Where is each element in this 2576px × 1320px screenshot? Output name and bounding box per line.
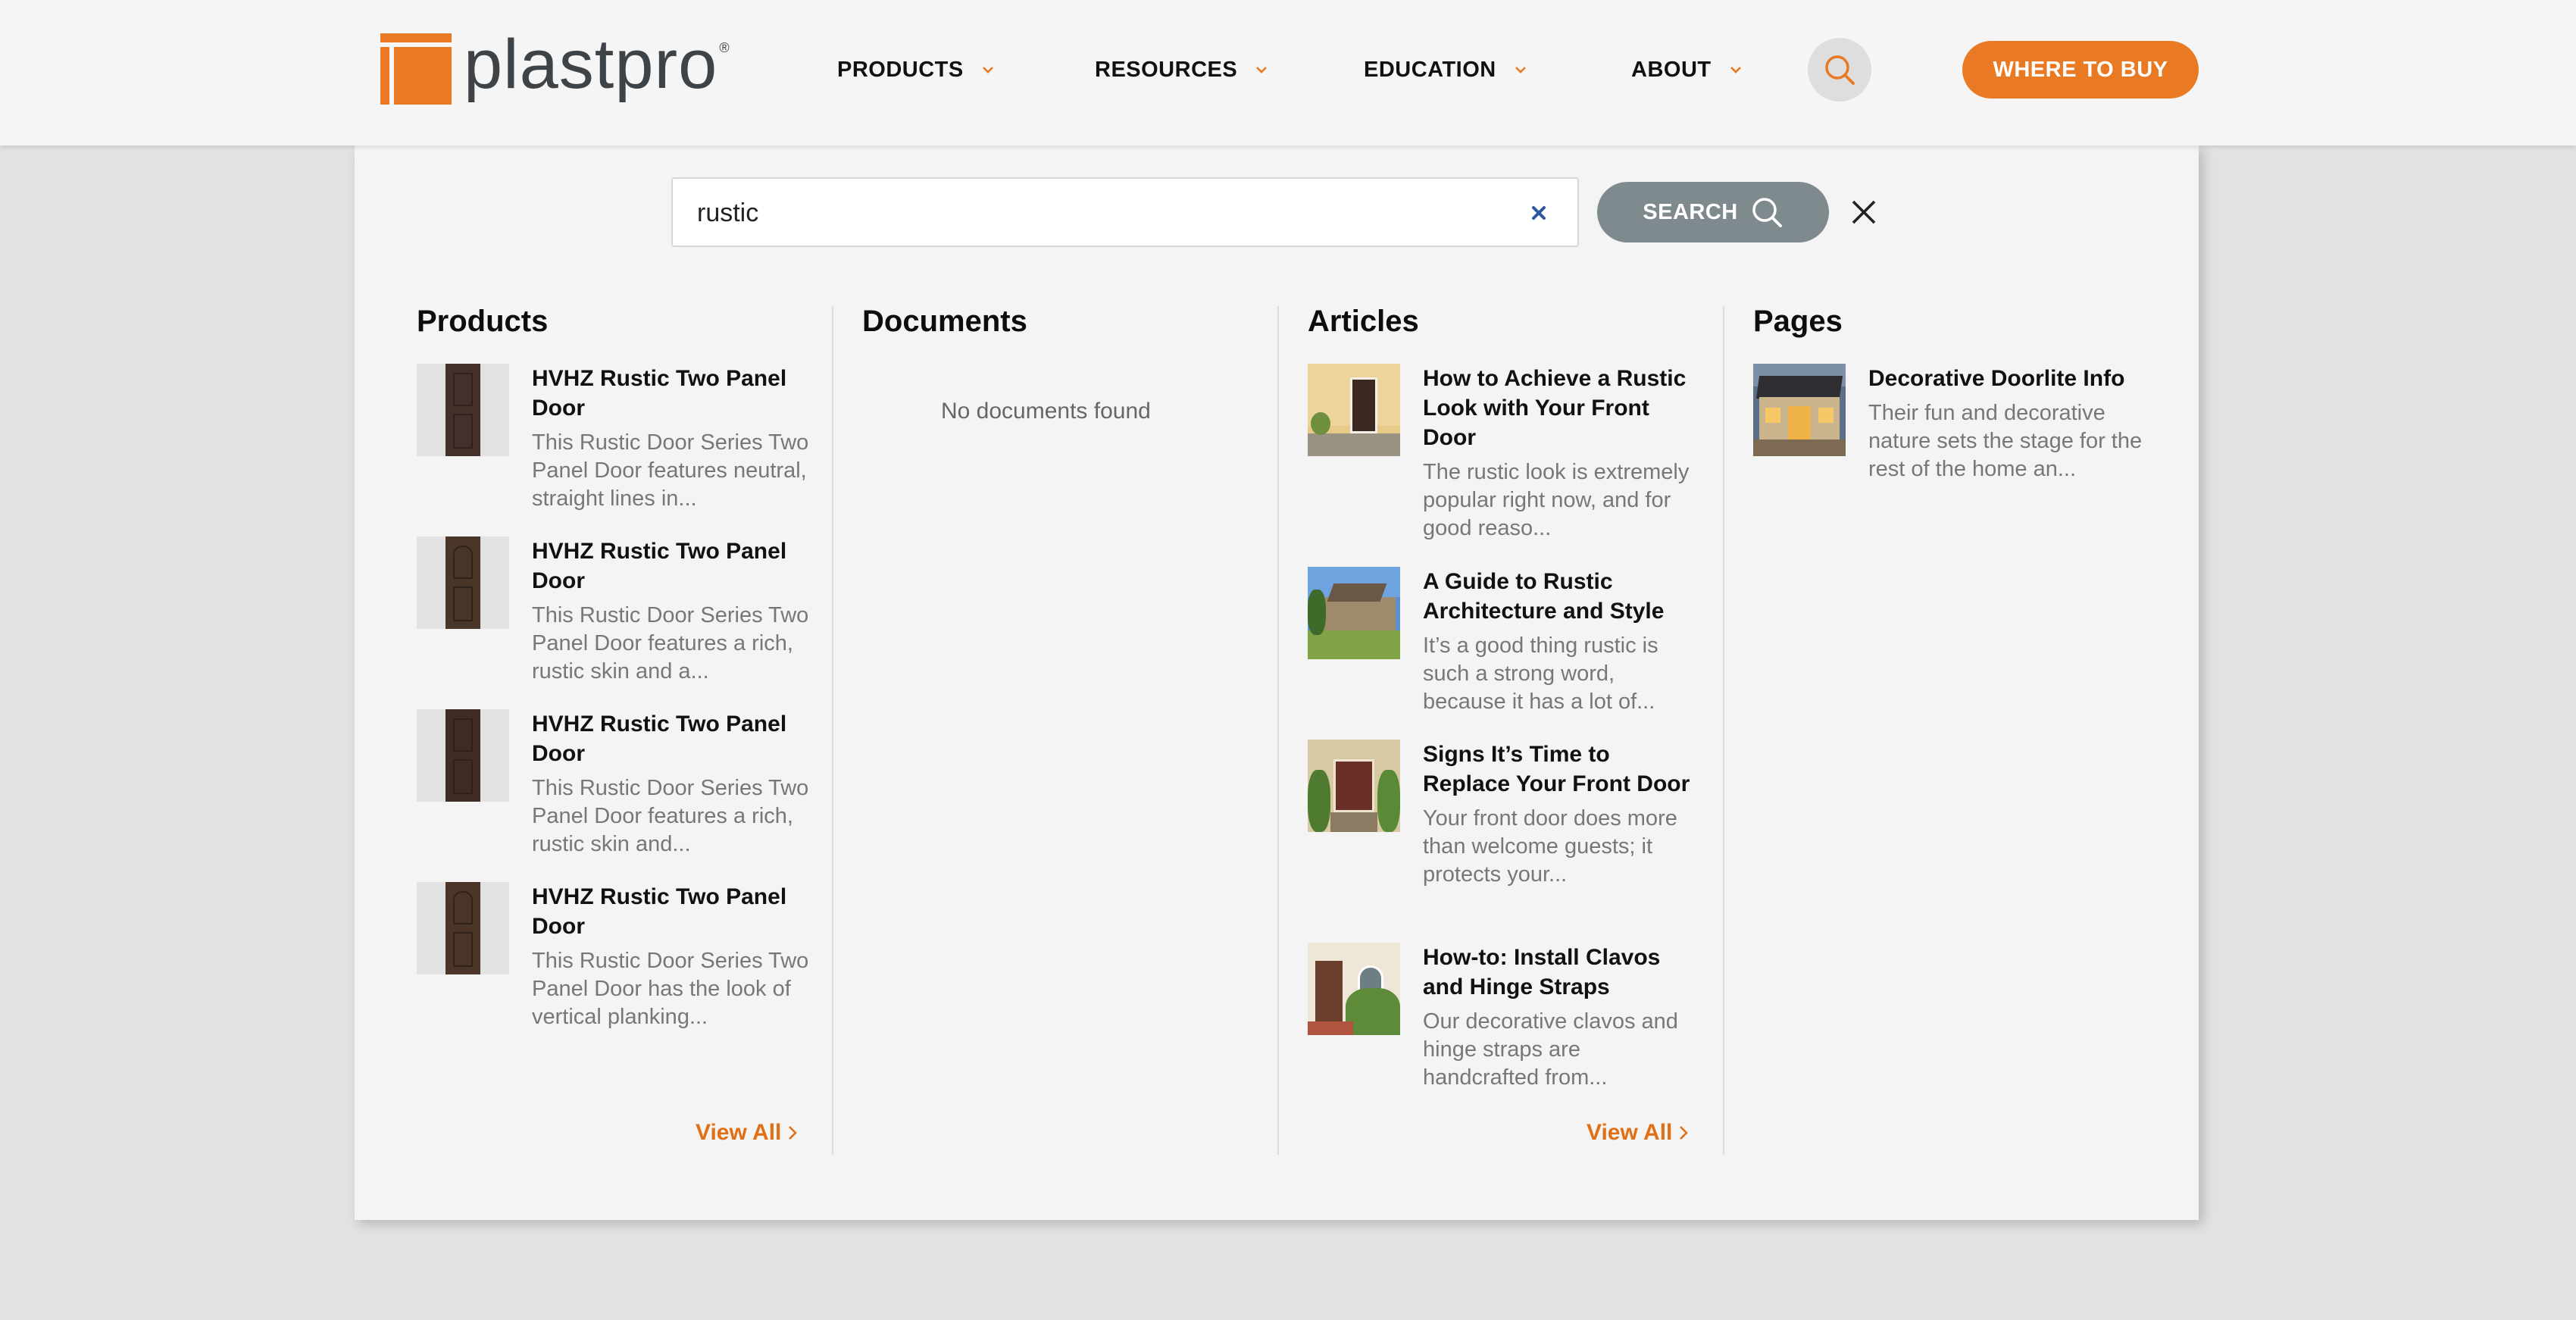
site-header: plastpro ® PRODUCTS RESOURCES EDUCATION … [0,0,2576,145]
column-divider [1277,306,1279,1155]
result-description: This Rustic Door Series Two Panel Door f… [532,776,809,856]
result-title: How to Achieve a Rustic Look with Your F… [1423,366,1687,450]
documents-heading: Documents [862,305,1027,338]
result-title: Decorative Doorlite Info [1868,366,2125,391]
product-result[interactable]: HVHZ Rustic Two Panel Door This Rustic D… [417,364,826,513]
result-title: HVHZ Rustic Two Panel Door [532,712,787,766]
clear-icon[interactable] [1527,202,1550,224]
search-button-label: SEARCH [1643,199,1738,224]
logo-wordmark: plastpro [464,26,718,103]
nav-label: EDUCATION [1364,57,1496,82]
pages-column: Pages Decorative Doorlite Info Their fun… [1753,305,2162,481]
nav-item-products[interactable]: PRODUCTS [837,55,996,85]
product-result[interactable]: HVHZ Rustic Two Panel Door This Rustic D… [417,709,826,859]
result-title: HVHZ Rustic Two Panel Door [532,884,787,939]
nav-item-about[interactable]: ABOUT [1631,55,1743,85]
chevron-down-icon [982,67,993,74]
search-submit-button[interactable]: SEARCH [1597,182,1829,242]
plastpro-logo[interactable]: plastpro ® [380,26,730,105]
no-documents-message: No documents found [941,399,1151,424]
nav-item-resources[interactable]: RESOURCES [1095,55,1269,85]
result-description: This Rustic Door Series Two Panel Door f… [532,430,809,511]
article-thumbnail [1308,943,1400,1035]
page-thumbnail [1753,364,1846,456]
nav-label: PRODUCTS [837,57,964,82]
result-description: Their fun and decorative nature sets the… [1868,401,2143,481]
nav-label: ABOUT [1631,57,1712,82]
door-thumbnail [417,536,509,629]
articles-heading: Articles [1308,305,1419,338]
door-thumbnail [417,364,509,456]
result-title: HVHZ Rustic Two Panel Door [532,366,787,421]
search-icon [1825,55,1855,85]
result-description: This Rustic Door Series Two Panel Door f… [532,603,809,683]
chevron-down-icon [1515,67,1526,74]
result-description: Your front door does more than welcome g… [1423,806,1677,887]
registered-mark: ® [719,39,730,55]
product-result[interactable]: HVHZ Rustic Two Panel Door This Rustic D… [417,536,826,686]
result-title: A Guide to Rustic Architecture and Style [1423,569,1665,624]
door-thumbnail [417,709,509,802]
view-all-label: View All [696,1120,782,1145]
article-thumbnail [1308,567,1400,659]
article-result[interactable]: Signs It’s Time to Replace Your Front Do… [1308,740,1717,889]
search-icon [1752,198,1782,227]
result-title: HVHZ Rustic Two Panel Door [532,539,787,593]
article-thumbnail [1308,364,1400,456]
result-title: How-to: Install Clavos and Hinge Straps [1423,945,1661,999]
articles-view-all-link[interactable]: View All [1587,1120,1689,1146]
logo-mark-icon [380,33,452,105]
result-description: It’s a good thing rustic is such a stron… [1423,633,1658,714]
close-icon[interactable] [1850,199,1877,226]
page-result[interactable]: Decorative Doorlite Info Their fun and d… [1753,364,2162,483]
where-to-buy-button[interactable]: WHERE TO BUY [1962,41,2199,99]
article-result[interactable]: How-to: Install Clavos and Hinge Straps … [1308,943,1717,1092]
view-all-label: View All [1587,1120,1673,1145]
column-divider [832,306,833,1155]
products-column: Products HVHZ Rustic Two Panel Door This… [417,305,826,1145]
products-heading: Products [417,305,549,338]
nav-item-education[interactable]: EDUCATION [1364,55,1528,85]
pages-heading: Pages [1753,305,1843,338]
chevron-down-icon [1730,67,1741,74]
column-divider [1723,306,1724,1155]
chevron-right-icon [789,1126,798,1140]
product-result[interactable]: HVHZ Rustic Two Panel Door This Rustic D… [417,882,826,1031]
chevron-down-icon [1256,67,1268,74]
result-description: The rustic look is extremely popular rig… [1423,460,1690,540]
nav-label: RESOURCES [1095,57,1238,82]
articles-column: Articles How to Achieve a Rustic Look wi… [1308,305,1717,1145]
products-view-all-link[interactable]: View All [696,1120,798,1146]
article-thumbnail [1308,740,1400,832]
search-results-panel: rustic SEARCH Products HVHZ Rustic Two P… [355,145,2199,1220]
result-description: This Rustic Door Series Two Panel Door h… [532,949,809,1029]
search-input[interactable]: rustic [671,177,1579,247]
door-thumbnail [417,882,509,974]
result-title: Signs It’s Time to Replace Your Front Do… [1423,742,1690,796]
documents-column: Documents No documents found [862,305,1271,424]
article-result[interactable]: How to Achieve a Rustic Look with Your F… [1308,364,1717,543]
chevron-right-icon [1680,1126,1689,1140]
result-description: Our decorative clavos and hinge straps a… [1423,1009,1678,1090]
header-search-button[interactable] [1808,38,1871,102]
article-result[interactable]: A Guide to Rustic Architecture and Style… [1308,567,1717,716]
search-input-value: rustic [697,199,759,227]
